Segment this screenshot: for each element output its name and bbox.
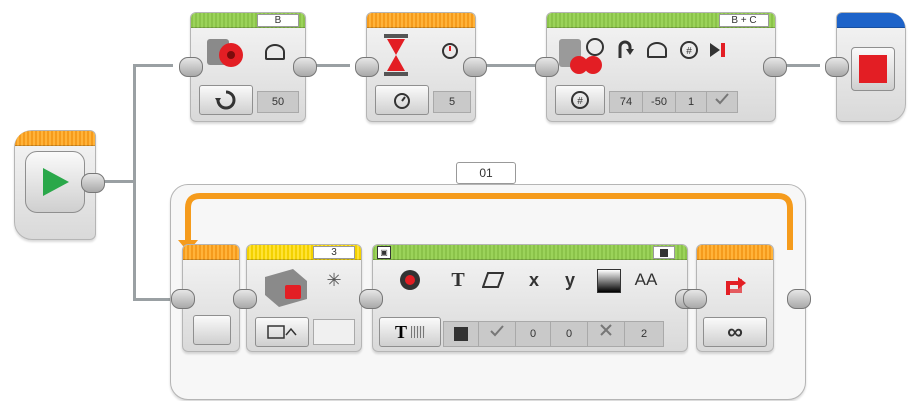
- move-steering-value[interactable]: 74: [609, 91, 643, 113]
- motor-mode-button[interactable]: [199, 85, 253, 115]
- svg-text:#: #: [577, 96, 583, 107]
- timer-icon: [439, 39, 461, 61]
- display-port-icon: [653, 246, 675, 259]
- loop-start-button[interactable]: [193, 315, 231, 345]
- display-reset-icon: ▣: [377, 246, 391, 259]
- move-mode-button[interactable]: #: [555, 85, 605, 115]
- measure-icon: [267, 325, 297, 339]
- loop-end-output-plug[interactable]: [787, 289, 811, 309]
- power-gauge-icon: [263, 41, 287, 63]
- medium-motor-icon: [205, 33, 247, 73]
- wait-output-plug[interactable]: [463, 57, 487, 77]
- stop-program-block[interactable]: [825, 12, 906, 122]
- move-power-value[interactable]: -50: [642, 91, 676, 113]
- display-text-value[interactable]: [443, 321, 479, 347]
- play-icon: [43, 168, 69, 196]
- color-icon: [597, 269, 621, 293]
- stop-icon: [859, 55, 887, 83]
- brake-icon: [707, 39, 729, 61]
- wire-fork-vertical: [133, 64, 136, 300]
- sensor-port-label[interactable]: 3: [313, 246, 355, 259]
- stopwatch-icon: [394, 93, 410, 109]
- font-size-label: AA: [634, 270, 658, 289]
- ultrasonic-sensor-block[interactable]: 3 ✳: [233, 244, 362, 352]
- loop-interrupt-icon: [719, 273, 749, 301]
- wait-input-plug[interactable]: [355, 57, 379, 77]
- motor-port-label[interactable]: B: [257, 14, 299, 27]
- display-clear-value[interactable]: [478, 321, 516, 347]
- x-mark-icon: [600, 324, 612, 336]
- light-icon: ✳: [326, 269, 342, 290]
- motor-input-plug[interactable]: [179, 57, 203, 77]
- rotate-icon: [215, 90, 236, 110]
- loop-end-block[interactable]: ∞: [683, 244, 811, 352]
- brick-display-icon: [397, 267, 423, 293]
- large-motors-icon: [557, 35, 607, 79]
- loop-start-block[interactable]: [171, 244, 240, 352]
- rotations-icon: #: [677, 39, 701, 61]
- grid-icon: [411, 326, 425, 338]
- move-brake-value[interactable]: [706, 91, 738, 113]
- start-block[interactable]: [14, 130, 105, 240]
- check-icon: [490, 325, 504, 337]
- start-button[interactable]: [25, 151, 85, 213]
- medium-motor-block[interactable]: B 50: [179, 12, 317, 122]
- wire-fork-top: [133, 64, 173, 67]
- move-output-plug[interactable]: [763, 57, 787, 77]
- infinity-icon: ∞: [727, 319, 743, 344]
- sensor-input-plug[interactable]: [233, 289, 257, 309]
- stop-input-plug[interactable]: [825, 57, 849, 77]
- loop-mode-button[interactable]: ∞: [703, 317, 767, 347]
- start-output-plug[interactable]: [81, 173, 105, 193]
- wait-seconds-value[interactable]: 5: [433, 91, 471, 113]
- display-input-plug[interactable]: [359, 289, 383, 309]
- loop-input-plug[interactable]: [171, 289, 195, 309]
- wire-fork-bottom: [133, 298, 173, 301]
- motor-output-plug[interactable]: [293, 57, 317, 77]
- stop-button[interactable]: [851, 47, 895, 91]
- text-icon: T: [451, 268, 465, 291]
- loop-label[interactable]: 01: [456, 162, 516, 184]
- display-y-value[interactable]: 0: [550, 321, 588, 347]
- loop-end-input-plug[interactable]: [683, 289, 707, 309]
- display-block[interactable]: ▣ T x y AA T 0 0 2: [359, 244, 699, 352]
- display-mode-button[interactable]: T: [379, 317, 441, 347]
- eraser-icon: [481, 269, 505, 291]
- sensor-mode-button[interactable]: [255, 317, 309, 347]
- move-input-plug[interactable]: [535, 57, 559, 77]
- wait-mode-button[interactable]: [375, 85, 429, 115]
- sensor-output-slot[interactable]: [313, 319, 355, 345]
- display-font-value[interactable]: 2: [624, 321, 664, 347]
- move-rotations-value[interactable]: 1: [675, 91, 707, 113]
- motor-power-value[interactable]: 50: [257, 91, 299, 113]
- ultrasonic-sensor-icon: [263, 267, 309, 309]
- wait-block[interactable]: 5: [355, 12, 487, 122]
- steering-icon: [615, 39, 637, 61]
- y-label: y: [564, 269, 575, 290]
- move-steering-block[interactable]: B + C # # 74 -50 1: [535, 12, 787, 122]
- hourglass-icon: [383, 33, 409, 77]
- display-x-value[interactable]: 0: [515, 321, 551, 347]
- move-ports-label[interactable]: B + C: [719, 14, 769, 27]
- svg-text:#: #: [686, 46, 692, 57]
- text-mode-icon: T: [394, 321, 407, 342]
- rotations-mode-icon: #: [571, 91, 589, 109]
- text-value-icon: [454, 327, 468, 341]
- check-icon: [715, 93, 729, 105]
- move-power-gauge-icon: [645, 39, 669, 61]
- x-label: x: [528, 269, 539, 290]
- display-color-value[interactable]: [587, 321, 625, 347]
